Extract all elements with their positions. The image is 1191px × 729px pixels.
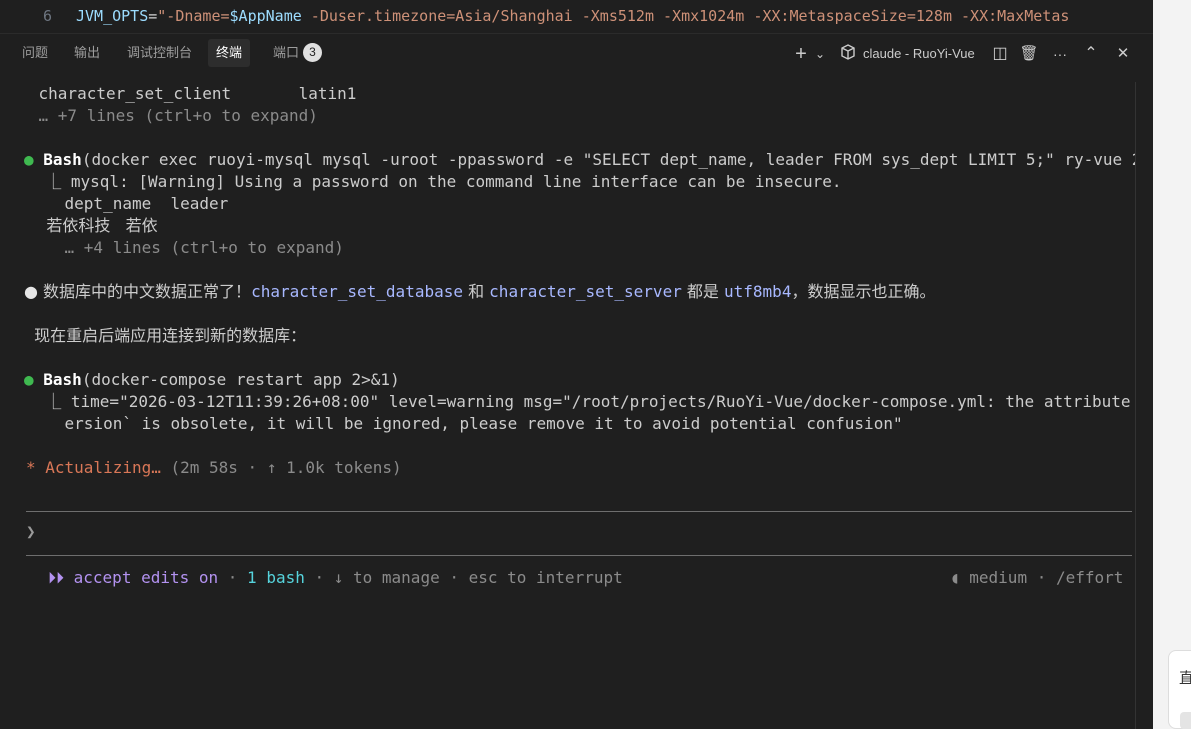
bash-call: ● Bash(docker exec ruoyi-mysql mysql -ur… <box>24 149 1180 171</box>
accept-edits-mode[interactable]: accept edits on <box>64 568 219 587</box>
inline-code: character_set_database <box>251 282 463 301</box>
divider <box>26 511 1132 512</box>
divider <box>26 555 1132 556</box>
bash-command: (docker-compose restart app 2>&1) <box>81 370 400 389</box>
tab-ports[interactable]: 端口 3 <box>265 39 330 67</box>
panel-tab-bar: 问题 输出 调试控制台 终端 端口 3 + ⌄ claude - RuoYi-Vu… <box>0 34 1153 74</box>
terminal-line: dept_name leader <box>26 194 229 213</box>
terminal-line: character_set_client latin1 <box>0 84 357 103</box>
message-dot-icon: ● <box>24 282 38 301</box>
terminal-output[interactable]: character_set_client latin1 … +7 lines (… <box>0 74 1180 729</box>
assistant-message: 现在重启后端应用连接到新的数据库： <box>24 326 307 345</box>
tool-name: Bash <box>43 150 82 169</box>
new-terminal-plus-icon[interactable]: + <box>790 43 812 65</box>
expand-hint: … +4 lines (ctrl+o to expand) <box>26 238 344 257</box>
effort-label: medium · /effort <box>959 568 1124 587</box>
terminal-title[interactable]: claude - RuoYi-Vue <box>863 43 983 65</box>
status-dot-icon: ● <box>24 370 34 389</box>
right-sidebar <box>1153 0 1191 729</box>
close-panel-icon[interactable]: ✕ <box>1112 43 1134 65</box>
terminal-scrollbar[interactable] <box>1135 82 1153 729</box>
terminal-line: 若依科技 若依 <box>26 216 158 235</box>
accept-edits-icon[interactable]: ⏵⏵ <box>48 568 64 587</box>
prompt-input[interactable]: ❯ <box>26 521 36 543</box>
bash-call: ● Bash(docker-compose restart app 2>&1) <box>24 369 400 391</box>
split-terminal-icon[interactable]: ◫ <box>989 43 1011 65</box>
line-number: 6 <box>42 7 52 25</box>
tool-name: Bash <box>43 370 82 389</box>
more-actions-icon[interactable]: ··· <box>1048 43 1072 65</box>
terminal-line: ersion` is obsolete, it will be ignored,… <box>26 414 903 433</box>
spinner-status: * Actualizing… <box>26 458 161 477</box>
tab-ports-label: 端口 <box>273 45 300 60</box>
footer-status: ⏵⏵ accept edits on · 1 bash · ↓ to manag… <box>48 568 623 587</box>
expand-hint: … +7 lines (ctrl+o to expand) <box>0 106 318 125</box>
editor-code-line[interactable]: 6 JVM_OPTS="-Dname=$AppName -Duser.timezo… <box>0 0 1153 34</box>
bash-count[interactable]: 1 bash <box>247 568 305 587</box>
maximize-panel-icon[interactable]: ⌃ <box>1080 43 1102 65</box>
effort-icon: ◖ <box>950 568 960 587</box>
sidebar-chip[interactable] <box>1180 712 1191 729</box>
code-text: JVM_OPTS="-Dname=$AppName -Duser.timezon… <box>76 7 1070 25</box>
chevron-down-icon[interactable]: ⌄ <box>813 43 827 65</box>
trash-icon[interactable]: 🗑 <box>1018 43 1040 65</box>
tab-terminal[interactable]: 终端 <box>208 39 251 67</box>
inline-code: utf8mb4 <box>724 282 792 301</box>
tab-problems[interactable]: 问题 <box>14 39 56 67</box>
terminal-cube-icon <box>838 43 858 65</box>
ports-count-badge: 3 <box>303 43 323 62</box>
assistant-message: ● 数据库中的中文数据正常了！character_set_database 和 … <box>24 282 936 301</box>
terminal-line: ⎿ time="2026-03-12T11:39:26+08:00" level… <box>26 392 1160 411</box>
status-dot-icon: ● <box>24 150 34 169</box>
terminal-line: ⎿ mysql: [Warning] Using a password on t… <box>26 172 842 191</box>
status-line: * Actualizing… (2m 58s · ↑ 1.0k tokens) <box>26 457 402 479</box>
tab-output[interactable]: 输出 <box>66 39 108 67</box>
status-detail: (2m 58s · ↑ 1.0k tokens) <box>160 458 402 477</box>
bash-command: (docker exec ruoyi-mysql mysql -uroot -p… <box>81 150 1180 169</box>
effort-indicator[interactable]: ◖ medium · /effort <box>950 567 1123 589</box>
tab-debug-console[interactable]: 调试控制台 <box>119 39 200 67</box>
inline-code: character_set_server <box>489 282 682 301</box>
